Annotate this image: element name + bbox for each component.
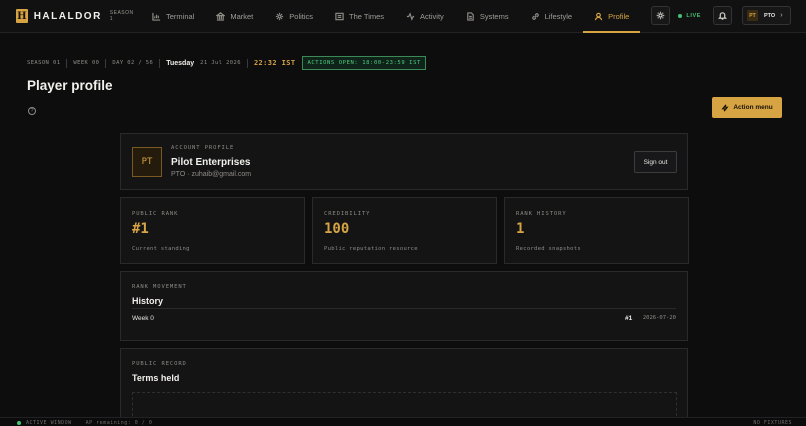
help-icon[interactable]: ?	[28, 107, 36, 115]
day-label: DAY 02 / 56	[112, 60, 154, 66]
section-title: History	[132, 296, 164, 306]
user-menu-button[interactable]: PT PTO ›	[742, 6, 791, 25]
divider	[66, 58, 68, 68]
season-tag: SEASON 1	[109, 10, 134, 22]
nav-items: Terminal Market Politics The Times Activ…	[141, 0, 641, 33]
public-rank-card: PUBLIC RANK #1 Current standing	[120, 197, 305, 264]
nav-label: Profile	[608, 11, 630, 21]
section-label: RANK MOVEMENT	[132, 284, 187, 290]
nav-label: Activity	[420, 11, 444, 21]
history-date: 2026-07-20	[642, 315, 676, 321]
notifications-button[interactable]	[713, 6, 732, 25]
public-record-card: PUBLIC RECORD Terms held	[120, 348, 688, 426]
section-label: PUBLIC RECORD	[132, 361, 187, 367]
document-icon	[467, 11, 474, 21]
stat-label: RANK HISTORY	[516, 211, 567, 217]
divider	[132, 308, 676, 309]
actions-window-badge: ACTIONS OPEN: 18:00-23:59 IST	[302, 56, 426, 70]
stat-value: #1	[132, 221, 149, 237]
divider	[246, 58, 248, 68]
sun-icon	[657, 11, 665, 20]
newspaper-icon	[335, 12, 344, 20]
stat-description: Recorded snapshots	[516, 246, 582, 252]
list-item: Week 0 #1 2026-07-20	[132, 315, 676, 324]
top-nav: H HALALDOR SEASON 1 Terminal Market Poli…	[0, 0, 806, 33]
stat-label: CREDIBILITY	[324, 211, 371, 217]
stat-description: Current standing	[132, 246, 190, 252]
footer-status-bar: ACTIVE WINDOW AP remaining: 0 / 0 NO FIX…	[0, 417, 806, 426]
user-icon	[594, 12, 603, 20]
stat-value: 1	[516, 221, 525, 237]
nav-item-activity[interactable]: Activity	[395, 0, 455, 33]
profile-email: PTO · zuhaib@gmail.com	[171, 171, 252, 178]
nav-item-terminal[interactable]: Terminal	[141, 0, 205, 33]
action-menu-label: Action menu	[733, 104, 773, 111]
stat-label: PUBLIC RANK	[132, 211, 179, 217]
nav-item-the-times[interactable]: The Times	[324, 0, 395, 33]
rank-history-card: RANK HISTORY 1 Recorded snapshots	[504, 197, 689, 264]
active-window-label: ACTIVE WINDOW	[26, 420, 72, 426]
season-label: SEASON 01	[27, 60, 61, 66]
divider	[105, 58, 107, 68]
nav-item-politics[interactable]: Politics	[264, 0, 324, 33]
bank-icon	[216, 11, 226, 21]
history-rank: #1	[625, 315, 633, 322]
history-week: Week 0	[132, 315, 154, 322]
ap-remaining-label: AP remaining: 0 / 0	[85, 420, 153, 426]
page-title: Player profile	[27, 78, 113, 93]
credibility-card: CREDIBILITY 100 Public reputation resour…	[312, 197, 497, 264]
live-dot-icon	[678, 13, 683, 18]
nav-label: Market	[230, 11, 254, 21]
active-dot-icon	[17, 421, 21, 425]
brand-name: HALALDOR	[33, 10, 102, 22]
nav-label: Lifestyle	[544, 11, 573, 21]
avatar: PT	[132, 147, 162, 177]
nav-label: The Times	[349, 11, 385, 21]
theme-toggle-button[interactable]	[651, 6, 671, 25]
section-label: ACCOUNT PROFILE	[171, 145, 235, 151]
stat-value: 100	[324, 221, 350, 237]
chart-icon	[152, 12, 161, 21]
account-profile-card: PT ACCOUNT PROFILE Pilot Enterprises PTO…	[120, 133, 688, 190]
divider	[159, 58, 161, 68]
nav-label: Systems	[479, 11, 509, 21]
link-icon	[531, 12, 539, 20]
sign-out-button[interactable]: Sign out	[634, 151, 677, 173]
nav-right: LIVE PT PTO ›	[651, 6, 791, 25]
rank-movement-card: RANK MOVEMENT History Week 0 #1 2026-07-…	[120, 271, 688, 341]
action-menu-button[interactable]: Action menu	[712, 97, 782, 118]
footer-left: ACTIVE WINDOW AP remaining: 0 / 0	[17, 420, 152, 426]
pulse-icon	[406, 11, 415, 21]
user-name: PTO	[764, 12, 776, 19]
stat-description: Public reputation resource	[324, 246, 418, 252]
live-label: LIVE	[686, 12, 701, 19]
avatar: PT	[747, 10, 758, 21]
date-label: 21 Jul 2026	[200, 60, 241, 66]
nav-item-systems[interactable]: Systems	[455, 0, 520, 33]
live-indicator: LIVE	[678, 13, 701, 19]
fixtures-label: NO FIXTURES	[753, 420, 792, 426]
bell-icon	[718, 12, 727, 20]
clock-label: 22:32 IST	[253, 59, 296, 67]
nav-item-lifestyle[interactable]: Lifestyle	[520, 0, 584, 33]
nav-label: Terminal	[166, 11, 195, 21]
section-title: Terms held	[132, 373, 180, 383]
brand[interactable]: H HALALDOR SEASON 1	[16, 9, 134, 23]
nav-item-profile[interactable]: Profile	[583, 0, 641, 33]
gear-icon	[276, 12, 284, 20]
logo-icon: H	[16, 9, 28, 23]
profile-name: Pilot Enterprises	[171, 157, 251, 168]
nav-item-market[interactable]: Market	[205, 0, 264, 33]
weekday-label: Tuesday	[166, 59, 195, 67]
bolt-icon	[721, 103, 729, 112]
nav-label: Politics	[289, 11, 314, 21]
week-label: WEEK 00	[73, 60, 100, 66]
chevron-right-icon: ›	[780, 12, 783, 19]
game-status-bar: SEASON 01 WEEK 00 DAY 02 / 56 Tuesday 21…	[27, 56, 426, 70]
